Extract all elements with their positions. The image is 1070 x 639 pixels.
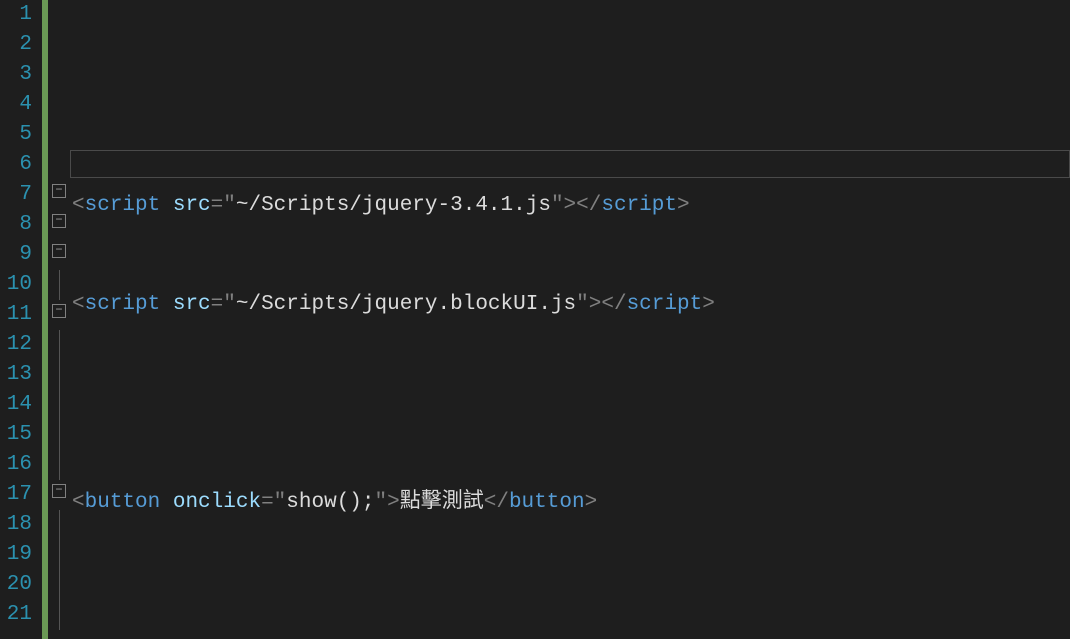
line-number: 20: [0, 570, 32, 600]
line-number: 15: [0, 420, 32, 450]
code-line[interactable]: <button onclick="show();">點擊測試</button>: [70, 488, 1070, 518]
line-number: 18: [0, 510, 32, 540]
current-line-highlight: [70, 150, 1070, 178]
line-number-gutter: 1 2 3 4 5 6 7 8 9 10 11 12 13 14 15 16 1…: [0, 0, 42, 639]
line-number: 11: [0, 300, 32, 330]
code-line[interactable]: [70, 92, 1070, 122]
code-line[interactable]: [70, 389, 1070, 419]
fold-guide: [59, 540, 60, 570]
code-editor[interactable]: 1 2 3 4 5 6 7 8 9 10 11 12 13 14 15 16 1…: [0, 0, 1070, 639]
code-area[interactable]: <script src="~/Scripts/jquery-3.4.1.js">…: [70, 0, 1070, 639]
line-number: 3: [0, 60, 32, 90]
line-number: 9: [0, 240, 32, 270]
fold-guide: [59, 270, 60, 300]
line-number: 10: [0, 270, 32, 300]
line-number: 6: [0, 150, 32, 180]
fold-guide: [59, 510, 60, 540]
fold-guide: [59, 420, 60, 450]
fold-guide: [59, 450, 60, 480]
line-number: 12: [0, 330, 32, 360]
line-number: 2: [0, 30, 32, 60]
fold-guide: [59, 570, 60, 600]
fold-toggle-icon[interactable]: −: [52, 214, 66, 228]
line-number: 13: [0, 360, 32, 390]
code-line[interactable]: <script src="~/Scripts/jquery.blockUI.js…: [70, 290, 1070, 320]
line-number: 1: [0, 0, 32, 30]
line-number: 7: [0, 180, 32, 210]
line-number: 21: [0, 600, 32, 630]
line-number: 4: [0, 90, 32, 120]
line-number: 5: [0, 120, 32, 150]
fold-guide: [59, 360, 60, 390]
fold-toggle-icon[interactable]: −: [52, 484, 66, 498]
fold-gutter[interactable]: − − − − −: [48, 0, 70, 639]
code-line[interactable]: [70, 587, 1070, 617]
line-number: 19: [0, 540, 32, 570]
fold-guide: [59, 330, 60, 360]
line-number: 8: [0, 210, 32, 240]
fold-toggle-icon[interactable]: −: [52, 244, 66, 258]
fold-guide: [59, 600, 60, 630]
line-number: 14: [0, 390, 32, 420]
line-number: 17: [0, 480, 32, 510]
fold-guide: [59, 390, 60, 420]
line-number: 16: [0, 450, 32, 480]
code-line[interactable]: <script src="~/Scripts/jquery-3.4.1.js">…: [70, 191, 1070, 221]
fold-toggle-icon[interactable]: −: [52, 304, 66, 318]
fold-toggle-icon[interactable]: −: [52, 184, 66, 198]
